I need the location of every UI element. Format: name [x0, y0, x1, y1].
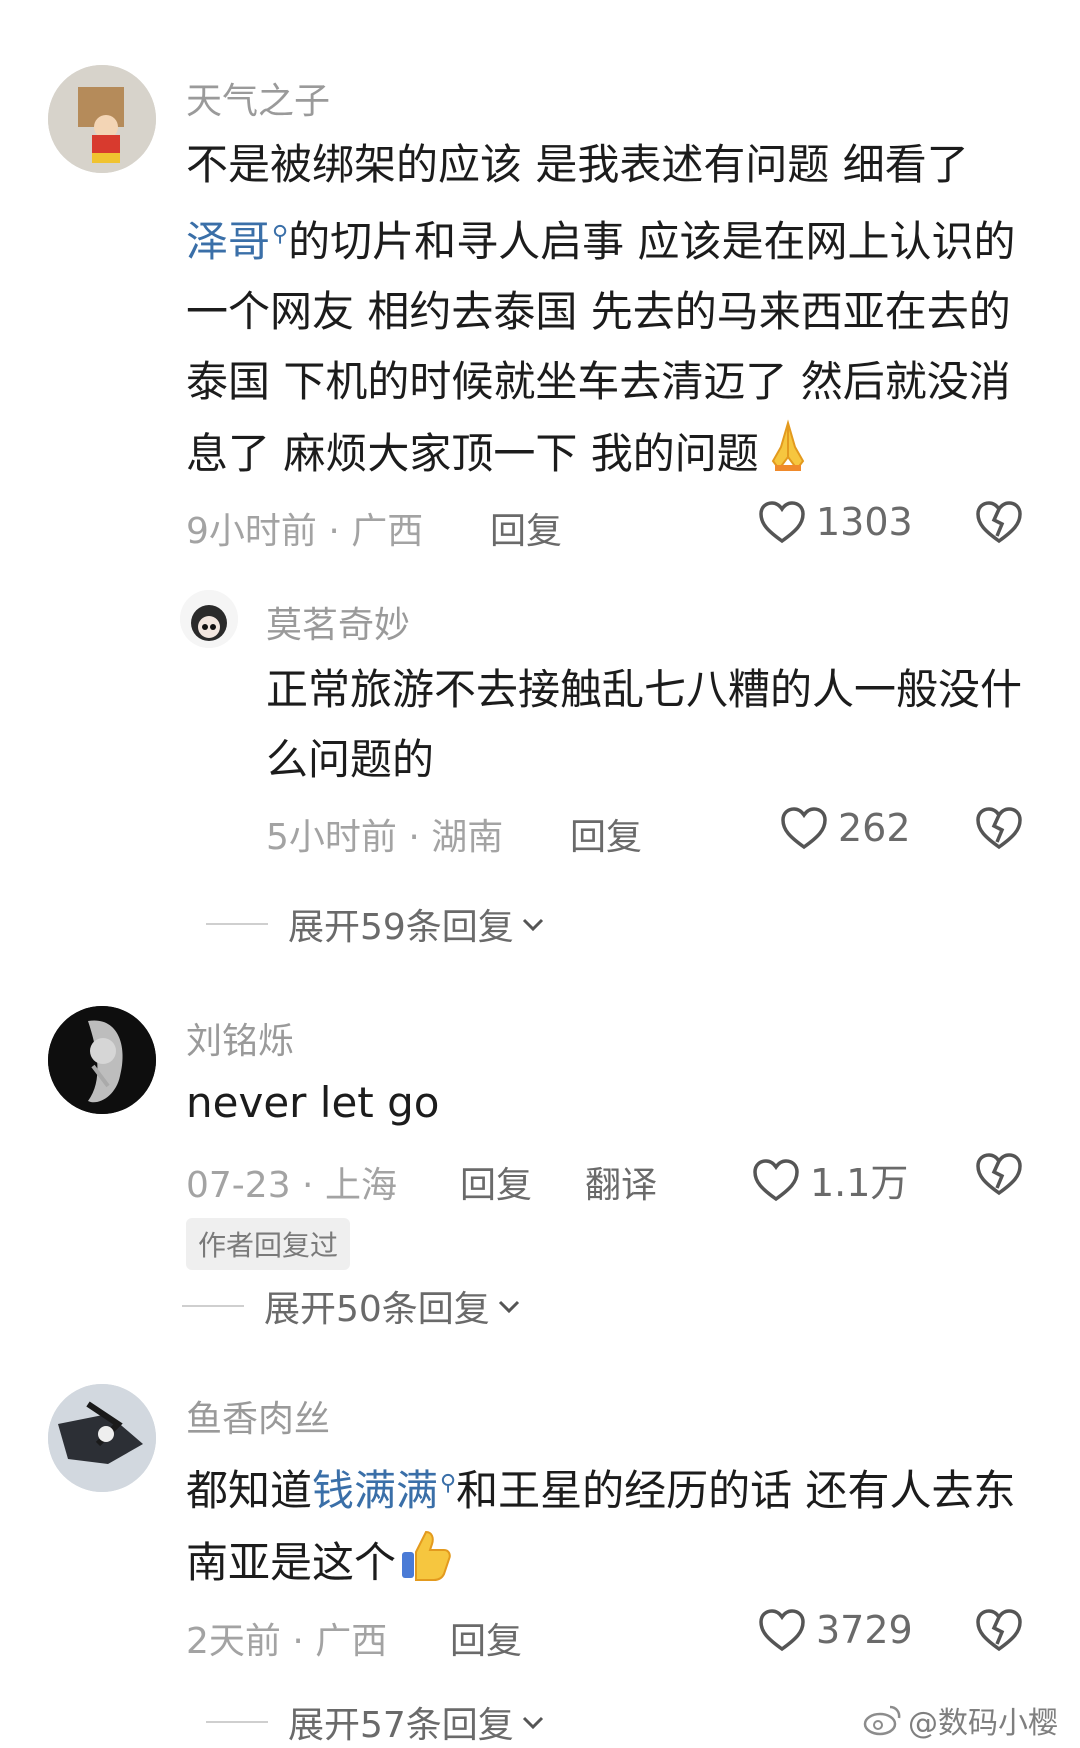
divider-line: [206, 1721, 268, 1723]
reply-button[interactable]: 回复: [490, 502, 562, 554]
comment-meta: 07-23 · 上海: [186, 1165, 397, 1206]
avatar[interactable]: [48, 1384, 156, 1492]
expand-replies-button[interactable]: 展开50条回复: [182, 1280, 522, 1332]
avatar[interactable]: [180, 590, 238, 648]
heart-icon: [781, 807, 827, 850]
translate-button[interactable]: 翻译: [585, 1156, 657, 1208]
divider-line: [206, 923, 268, 925]
chevron-down-icon: [522, 918, 543, 932]
chevron-down-icon: [522, 1716, 543, 1730]
reply-button[interactable]: 回复: [450, 1612, 522, 1664]
comment-text: never let go: [186, 1078, 440, 1127]
comment-text: 不是被绑架的应该 是我表述有问题 细看了 泽哥⚲的切片和寻人启事 应该是在网上认…: [186, 130, 1036, 496]
dislike-icon[interactable]: [975, 500, 1023, 544]
like-button[interactable]: 3729: [758, 1608, 913, 1652]
dislike-icon[interactable]: [975, 1152, 1023, 1196]
weibo-icon: [863, 1705, 901, 1736]
dislike-icon[interactable]: [975, 806, 1023, 850]
like-button[interactable]: 1303: [758, 500, 913, 544]
thumbs-up-emoji: [396, 1526, 454, 1605]
mention-link[interactable]: 钱满满: [312, 1466, 438, 1515]
expand-replies-button[interactable]: 展开57条回复: [206, 1696, 546, 1748]
author-replied-tag: 作者回复过: [186, 1218, 351, 1270]
comment-text: 正常旅游不去接触乱七八糟的人一般没什么问题的: [266, 665, 1023, 784]
like-count: 1303: [816, 500, 913, 544]
username[interactable]: 刘铭烁: [186, 1012, 294, 1064]
username[interactable]: 天气之子: [186, 72, 330, 124]
search-icon: ⚲: [272, 222, 289, 247]
avatar[interactable]: [48, 1006, 156, 1114]
heart-icon: [759, 1609, 805, 1652]
dislike-icon[interactable]: [975, 1608, 1023, 1652]
heart-icon: [759, 501, 805, 544]
pray-emoji: [759, 417, 817, 496]
like-button[interactable]: 1.1万: [752, 1152, 908, 1207]
avatar[interactable]: [48, 65, 156, 173]
like-count: 3729: [816, 1608, 913, 1652]
mention-link[interactable]: 泽哥: [186, 217, 270, 266]
like-button[interactable]: 262: [780, 806, 911, 850]
like-count: 262: [838, 806, 911, 850]
comment-text: 都知道钱满满⚲和王星的经历的话 还有人去东南亚是这个: [186, 1449, 1036, 1605]
username[interactable]: 鱼香肉丝: [186, 1390, 330, 1442]
chevron-down-icon: [498, 1300, 519, 1314]
divider-line: [182, 1305, 244, 1307]
heart-icon: [753, 1158, 799, 1201]
username[interactable]: 莫茗奇妙: [266, 596, 410, 648]
comment-meta: 5小时前 · 湖南: [266, 817, 504, 858]
comment-meta: 2天前 · 广西: [186, 1621, 388, 1662]
expand-replies-button[interactable]: 展开59条回复: [206, 898, 546, 950]
comment-meta: 9小时前 · 广西: [186, 511, 424, 552]
watermark: @数码小樱: [862, 1698, 1058, 1742]
reply-button[interactable]: 回复: [570, 808, 642, 860]
like-count: 1.1万: [810, 1161, 909, 1205]
search-icon: ⚲: [440, 1471, 457, 1496]
reply-button[interactable]: 回复: [460, 1156, 532, 1208]
